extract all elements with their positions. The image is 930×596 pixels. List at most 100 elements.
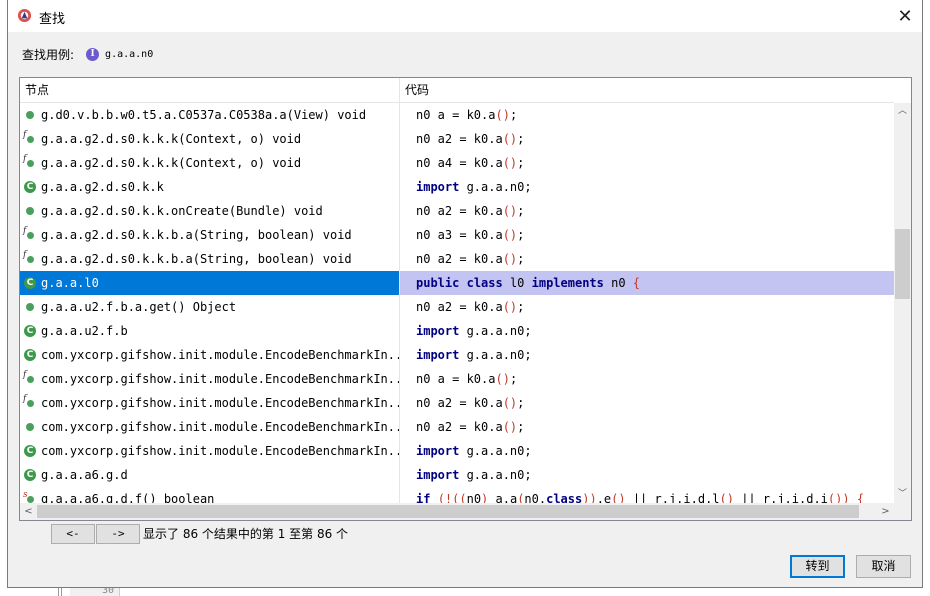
goto-button[interactable]: 转到 [790,555,845,578]
node-cell[interactable]: g.a.a.g2.d.s0.k.k.b.a(String, boolean) v… [20,247,400,271]
code-cell[interactable]: import g.a.a.n0; [400,439,894,463]
scroll-right-icon[interactable]: > [877,503,894,520]
table-row[interactable]: com.yxcorp.gifshow.init.module.EncodeBen… [20,439,894,463]
table-row[interactable]: com.yxcorp.gifshow.init.module.EncodeBen… [20,415,894,439]
table-row[interactable]: g.a.a.u2.f.b.a.get() Object n0 a2 = k0.a(… [20,295,894,319]
code-cell[interactable]: import g.a.a.n0; [400,319,894,343]
code-cell[interactable]: n0 a3 = k0.a(); [400,223,894,247]
node-cell[interactable]: g.a.a.u2.f.b.a.get() Object [20,295,400,319]
code-cell[interactable]: n0 a2 = k0.a(); [400,415,894,439]
close-button[interactable]: ✕ [888,0,922,32]
code-cell[interactable]: n0 a2 = k0.a(); [400,199,894,223]
scroll-up-icon[interactable]: ︿ [894,103,911,120]
table-row[interactable]: com.yxcorp.gifshow.init.module.EncodeBen… [20,391,894,415]
code-cell[interactable]: import g.a.a.n0; [400,343,894,367]
code-cell[interactable]: n0 a4 = k0.a(); [400,151,894,175]
code-keyword: implements [531,276,604,290]
code-punctuation: () [502,300,518,314]
node-cell[interactable]: com.yxcorp.gifshow.init.module.EncodeBen… [20,415,400,439]
table-row[interactable]: g.a.a.l0 public class l0 implements n0 { [20,271,894,295]
subclass-method-icon [23,250,36,265]
code-cell[interactable]: n0 a2 = k0.a(); [400,391,894,415]
code-cell[interactable]: n0 a = k0.a(); [400,103,894,127]
table-row[interactable]: g.a.a.g2.d.s0.k.k.b.a(String, boolean) v… [20,223,894,247]
code-text: n0. [524,492,547,503]
horizontal-scrollbar[interactable]: < > [20,503,894,520]
node-cell[interactable]: com.yxcorp.gifshow.init.module.EncodeBen… [20,391,400,415]
node-cell[interactable]: com.yxcorp.gifshow.init.module.EncodeBen… [20,439,400,463]
code-cell[interactable]: if (!((n0) a.a(n0. class)) .e() || r.j.i.d… [400,487,894,503]
vertical-scroll-thumb[interactable] [895,229,910,299]
code-cell[interactable]: n0 a2 = k0.a(); [400,127,894,151]
node-cell[interactable]: g.a.a.g2.d.s0.k.k.k(Context, o) void [20,127,400,151]
node-text: g.a.a.a6.g.d.f() boolean [41,492,215,503]
code-text: n0 a2 = k0.a [416,204,503,218]
subclass-method-icon [23,154,36,169]
column-header-code[interactable]: 代码 [400,78,894,103]
node-cell[interactable]: g.a.a.g2.d.s0.k.k.k(Context, o) void [20,151,400,175]
node-cell[interactable]: g.a.a.u2.f.b [20,319,400,343]
code-text: ; [517,252,525,266]
table-row[interactable]: g.a.a.a6.g.d import g.a.a.n0; [20,463,894,487]
scroll-down-icon[interactable]: ﹀ [894,486,911,503]
code-keyword: import [416,444,460,458]
node-cell[interactable]: g.a.a.l0 [20,271,400,295]
code-cell[interactable]: import g.a.a.n0; [400,175,894,199]
node-cell[interactable]: g.a.a.g2.d.s0.k.k.b.a(String, boolean) v… [20,223,400,247]
node-cell[interactable]: g.a.a.g2.d.s0.k.k.onCreate(Bundle) void [20,199,400,223]
table-row[interactable]: g.a.a.g2.d.s0.k.k.b.a(String, boolean) v… [20,247,894,271]
code-text: g.a.a.n0; [459,324,532,338]
code-cell[interactable]: n0 a2 = k0.a(); [400,247,894,271]
column-header-node[interactable]: 节点 [20,78,400,103]
code-cell[interactable]: public class l0 implements n0 { [400,271,894,295]
code-cell[interactable]: n0 a2 = k0.a(); [400,295,894,319]
scroll-left-icon[interactable]: < [20,503,37,520]
code-cell[interactable]: n0 a = k0.a(); [400,367,894,391]
node-cell[interactable]: g.a.a.g2.d.s0.k.k [20,175,400,199]
table-row[interactable]: g.a.a.g2.d.s0.k.k import g.a.a.n0; [20,175,894,199]
prev-page-button[interactable]: <- [51,523,95,544]
vertical-scrollbar[interactable]: ︿ ﹀ [894,103,911,503]
node-cell[interactable]: com.yxcorp.gifshow.init.module.EncodeBen… [20,343,400,367]
code-punctuation: { [856,492,865,503]
node-cell[interactable]: g.a.a.a6.g.d [20,463,400,487]
node-text: g.a.a.g2.d.s0.k.k [41,180,164,194]
next-page-button[interactable]: -> [96,523,140,544]
cancel-button[interactable]: 取消 [856,555,911,578]
code-punctuation: ()) [827,492,850,503]
code-punctuation: () [719,492,734,503]
node-cell[interactable]: com.yxcorp.gifshow.init.module.EncodeBen… [20,367,400,391]
subclass-method-icon [23,130,36,145]
code-punctuation: () [495,372,510,386]
code-text: ; [517,132,525,146]
close-icon: ✕ [897,5,913,27]
table-row[interactable]: g.a.a.g2.d.s0.k.k.onCreate(Bundle) void n… [20,199,894,223]
method-icon [24,421,36,433]
table-row[interactable]: g.a.a.g2.d.s0.k.k.k(Context, o) void n0 a… [20,127,894,151]
class-icon [24,181,36,193]
code-text: g.a.a.n0; [459,444,532,458]
node-cell[interactable]: g.a.a.a6.g.d.f() boolean [20,487,400,503]
code-punctuation: () [502,204,518,218]
node-text: g.a.a.g2.d.s0.k.k.b.a(String, boolean) v… [41,252,352,266]
code-punctuation: () [495,108,510,122]
horizontal-scroll-thumb[interactable] [37,505,859,518]
table-row[interactable]: com.yxcorp.gifshow.init.module.EncodeBen… [20,343,894,367]
node-cell[interactable]: g.d0.v.b.b.w0.t5.a.C0537a.C0538a.a(View)… [20,103,400,127]
table-row[interactable]: g.a.a.u2.f.b import g.a.a.n0; [20,319,894,343]
code-keyword: class [466,276,503,290]
code-cell[interactable]: import g.a.a.n0; [400,463,894,487]
node-text: g.a.a.g2.d.s0.k.k.b.a(String, boolean) v… [41,228,352,242]
node-text: g.a.a.a6.g.d [41,468,128,482]
code-text: n0 a2 = k0.a [416,420,503,434]
table-row[interactable]: com.yxcorp.gifshow.init.module.EncodeBen… [20,367,894,391]
table-row[interactable]: g.d0.v.b.b.w0.t5.a.C0537a.C0538a.a(View)… [20,103,894,127]
subclass-method-icon [23,370,36,385]
code-text: ; [517,156,525,170]
table-row[interactable]: g.a.a.g2.d.s0.k.k.k(Context, o) void n0 a… [20,151,894,175]
table-row[interactable]: g.a.a.a6.g.d.f() boolean if (!((n0) a.a(n… [20,487,894,503]
method-icon [24,301,36,313]
code-text: ; [517,396,525,410]
node-text: g.a.a.l0 [41,276,99,290]
synthetic-method-icon [23,490,36,503]
